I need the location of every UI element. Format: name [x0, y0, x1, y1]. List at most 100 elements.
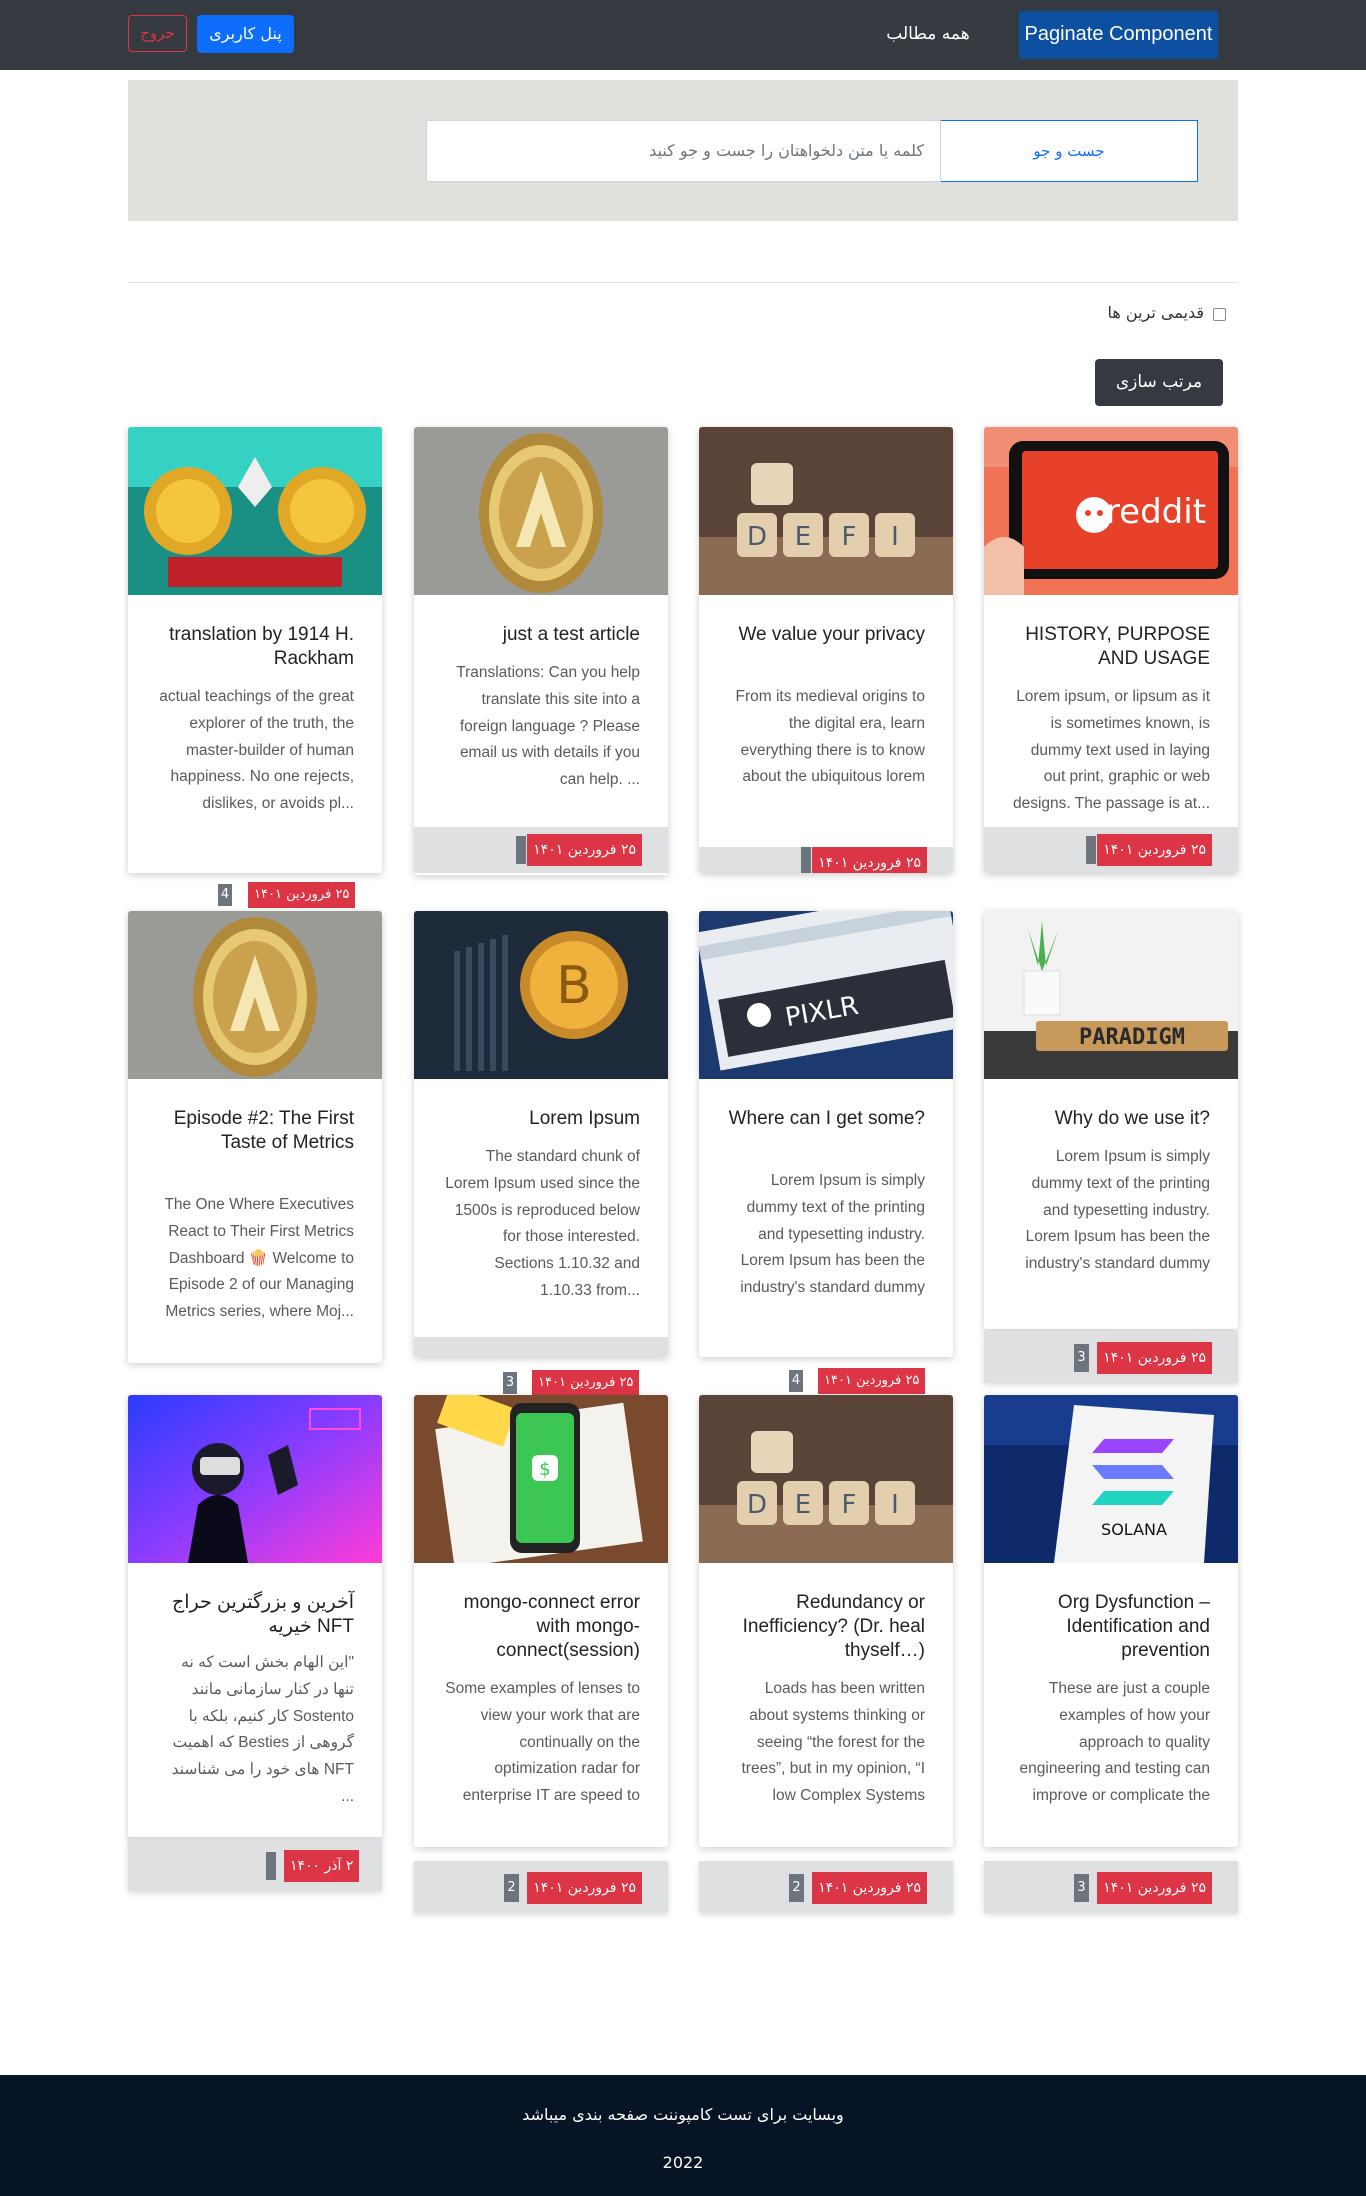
article-card[interactable]: B Lorem Ipsum The standard chunk of Lore…: [414, 911, 668, 1357]
user-panel-button[interactable]: پنل کاربری: [197, 15, 294, 53]
oldest-filter: قدیمی ترین ها: [1096, 300, 1226, 330]
article-card[interactable]: آخرین و بزرگترین حراج خیریه NFT "این اله…: [128, 1395, 382, 1839]
card-title[interactable]: mongo-connect error with mongo-connect(s…: [442, 1591, 640, 1663]
article-card[interactable]: Episode #2: The First Taste of Metrics T…: [128, 911, 382, 1363]
count-badge: [801, 847, 811, 873]
brand-link[interactable]: Paginate Component: [1019, 11, 1218, 59]
card-image-paradigm: PARADIGM: [984, 911, 1238, 1079]
count-badge: [1086, 836, 1096, 864]
article-card[interactable]: D E F I We value your privacy From its m…: [699, 427, 953, 873]
article-card[interactable]: SOLANA Org Dysfunction – Identification …: [984, 1395, 1238, 1847]
card-excerpt: The standard chunk of Lorem Ipsum used s…: [445, 1148, 640, 1299]
card-image-defi: D E F I: [699, 427, 953, 595]
count-badge: 3: [1074, 1344, 1089, 1372]
article-card[interactable]: PARADIGM Why do we use it? Lorem Ipsum i…: [984, 911, 1238, 1329]
count-badge: 3: [1074, 1874, 1089, 1902]
card-excerpt: actual teachings of the great explorer o…: [159, 688, 354, 813]
svg-text:SOLANA: SOLANA: [1101, 1520, 1167, 1539]
card-image-crypto-fight: [128, 427, 382, 595]
card-image-coin: [128, 911, 382, 1079]
svg-text:$: $: [539, 1459, 550, 1480]
count-badge: 2: [504, 1874, 519, 1902]
date-badge: ۲۵ فروردین ۱۴۰۱: [812, 1872, 927, 1904]
card-image-coin: [414, 427, 668, 595]
card-footer: ۲۵ فروردین ۱۴۰۱ 3: [984, 1331, 1238, 1383]
date-badge: ۲۵ فروردین ۱۴۰۱: [818, 1368, 926, 1394]
article-card[interactable]: PIXLR Where can I get some? Lorem Ipsum …: [699, 911, 953, 1357]
article-card[interactable]: just a test article Translations: Can yo…: [414, 427, 668, 875]
card-image-reddit: reddit: [984, 427, 1238, 595]
card-excerpt: Lorem Ipsum is simply dummy text of the …: [740, 1172, 925, 1297]
nav-all-posts-link[interactable]: همه مطالب: [868, 20, 988, 48]
card-image-pixlr: PIXLR: [699, 911, 953, 1079]
svg-text:E: E: [795, 1490, 811, 1520]
card-footer: ۲۵ فروردین ۱۴۰۱: [984, 827, 1238, 873]
date-badge: ۲۵ فروردین ۱۴۰۱: [1097, 834, 1212, 866]
svg-text:I: I: [891, 522, 899, 552]
divider: [128, 282, 1238, 283]
article-card[interactable]: $ mongo-connect error with mongo-connect…: [414, 1395, 668, 1847]
date-badge: ۲۵ فروردین ۱۴۰۱: [1097, 1872, 1212, 1904]
card-footer: ۲ آذر ۱۴۰۰: [128, 1839, 382, 1891]
card-title[interactable]: Where can I get some?: [727, 1107, 925, 1131]
site-footer: وبسایت برای تست کامپوننت صفحه بندی میباش…: [0, 2075, 1366, 2196]
svg-text:D: D: [747, 1490, 767, 1520]
svg-text:E: E: [795, 522, 811, 552]
card-title[interactable]: We value your privacy: [727, 623, 925, 647]
oldest-checkbox[interactable]: [1213, 308, 1226, 321]
svg-text:reddit: reddit: [1106, 492, 1206, 532]
count-badge: [516, 836, 526, 864]
card-title[interactable]: Redundancy or Inefficiency? (Dr. heal th…: [727, 1591, 925, 1663]
card-footer: ۲۵ فروردین ۱۴۰۱ 2: [414, 1861, 668, 1913]
date-badge: ۲۵ فروردین ۱۴۰۱: [527, 1872, 642, 1904]
card-title[interactable]: آخرین و بزرگترین حراج خیریه NFT: [156, 1591, 354, 1639]
card-title[interactable]: just a test article: [442, 623, 640, 647]
date-badge: ۲۵ فروردین ۱۴۰۱: [1097, 1342, 1212, 1374]
card-footer: [414, 1337, 668, 1357]
oldest-label: قدیمی ترین ها: [1107, 303, 1204, 322]
svg-text:I: I: [891, 1490, 899, 1520]
card-footer: ۲۵ فروردین ۱۴۰۱: [414, 827, 668, 873]
card-excerpt: "این الهام بخش است که نه تنها در کنار سا…: [171, 1654, 354, 1805]
card-footer: ۲۵ فروردین ۱۴۰۱ 2: [699, 1861, 953, 1913]
article-card[interactable]: reddit HISTORY, PURPOSE AND USAGE Lorem …: [984, 427, 1238, 873]
article-card[interactable]: translation by 1914 H. Rackham actual te…: [128, 427, 382, 873]
card-title[interactable]: Org Dysfunction – Identification and pre…: [1012, 1591, 1210, 1663]
article-card[interactable]: D E F I Redundancy or Inefficiency? (Dr.…: [699, 1395, 953, 1847]
card-footer: ۲۵ فروردین ۱۴۰۱: [699, 847, 953, 873]
card-excerpt: The One Where Executives React to Their …: [164, 1196, 354, 1321]
card-image-vr-man: [128, 1395, 382, 1563]
date-badge: ۲۵ فروردین ۱۴۰۱: [532, 1370, 640, 1396]
card-title[interactable]: translation by 1914 H. Rackham: [156, 623, 354, 671]
svg-text:F: F: [842, 1490, 857, 1520]
date-badge: ۲۵ فروردین ۱۴۰۱: [527, 834, 642, 866]
logout-button[interactable]: خروج: [128, 15, 187, 52]
count-badge: [266, 1852, 276, 1880]
card-title[interactable]: Why do we use it?: [1012, 1107, 1210, 1131]
footer-description: وبسایت برای تست کامپوننت صفحه بندی میباش…: [522, 2105, 844, 2124]
date-badge: ۲۵ فروردین ۱۴۰۱: [812, 847, 927, 873]
date-badge: ۲ آذر ۱۴۰۰: [284, 1850, 360, 1882]
card-title[interactable]: Episode #2: The First Taste of Metrics: [156, 1107, 354, 1155]
count-badge: 4: [789, 1370, 803, 1392]
card-excerpt: Loads has been written about systems thi…: [741, 1680, 926, 1805]
search-input[interactable]: کلمه یا متن دلخواهتان را جست و جو کنید: [426, 120, 941, 182]
count-badge: 2: [789, 1874, 804, 1902]
top-navbar: Paginate Component همه مطالب پنل کاربری …: [0, 0, 1366, 70]
card-excerpt: Translations: Can you help translate thi…: [456, 664, 640, 789]
footer-year: 2022: [662, 2153, 704, 2172]
card-excerpt: From its medieval origins to the digital…: [735, 688, 925, 786]
svg-text:PARADIGM: PARADIGM: [1079, 1025, 1185, 1050]
sort-button[interactable]: مرتب سازی: [1095, 359, 1223, 406]
card-excerpt: Lorem ipsum, or lipsum as it is sometime…: [1012, 688, 1210, 813]
date-badge: ۲۵ فروردین ۱۴۰۱: [248, 882, 356, 908]
card-image-solana: SOLANA: [984, 1395, 1238, 1563]
card-image-defi: D E F I: [699, 1395, 953, 1563]
card-footer: ۲۵ فروردین ۱۴۰۱ 3: [984, 1861, 1238, 1913]
card-image-bitcoin: B: [414, 911, 668, 1079]
card-title[interactable]: HISTORY, PURPOSE AND USAGE: [1012, 623, 1210, 671]
card-title[interactable]: Lorem Ipsum: [442, 1107, 640, 1131]
card-excerpt: Some examples of lenses to view your wor…: [445, 1680, 640, 1805]
count-badge: 4: [218, 884, 232, 906]
search-button[interactable]: جست و جو: [940, 120, 1198, 182]
